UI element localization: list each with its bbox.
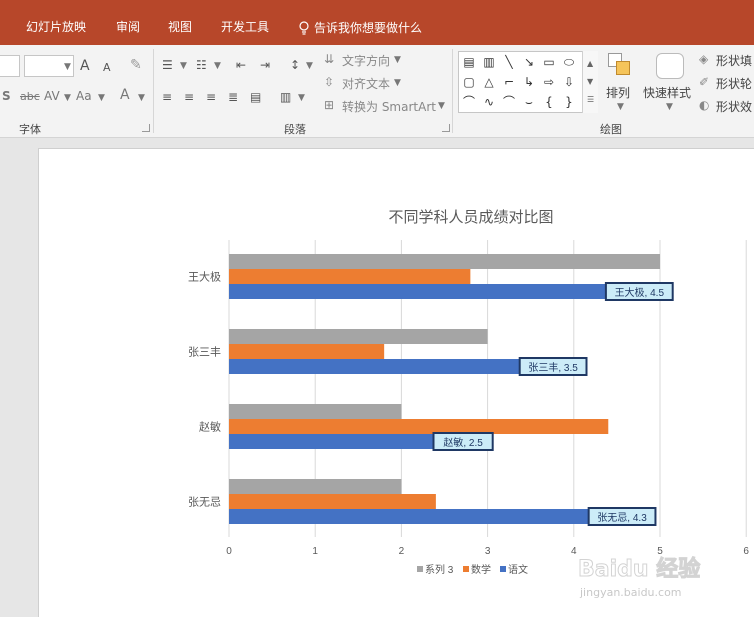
- legend-yuwen[interactable]: 语文: [500, 563, 528, 576]
- x-tick-label: 3: [485, 546, 491, 557]
- x-tick-label: 0: [226, 546, 232, 557]
- bar-wangdaji-series-3[interactable]: [229, 254, 660, 269]
- category-label-zhaomin: 赵敏: [199, 420, 221, 434]
- x-tick-label: 4: [571, 546, 577, 557]
- watermark-brand: Baidu 经验: [578, 556, 700, 582]
- data-label-text: 张无忌, 4.3: [597, 512, 647, 524]
- category-label-zhangsanfeng: 张三丰: [188, 346, 221, 359]
- legend-series-3[interactable]: 系列 3: [417, 563, 454, 576]
- bar-zhaomin-yuwen[interactable]: [229, 434, 445, 449]
- bar-zhangwuji-series-3[interactable]: [229, 479, 402, 494]
- bar-zhaomin-series-3[interactable]: [229, 404, 402, 419]
- data-label-text: 王大极, 4.5: [615, 286, 665, 299]
- category-label-zhangwuji: 张无忌: [188, 496, 221, 509]
- data-label-zhangwuji[interactable]: 张无忌, 4.3: [587, 507, 657, 526]
- chart-title[interactable]: 不同学科人员成绩对比图: [388, 209, 553, 226]
- chart-bars: [229, 254, 660, 524]
- legend-shuxue[interactable]: 数学: [463, 563, 491, 576]
- bar-zhangsanfeng-yuwen[interactable]: [229, 359, 531, 374]
- chart-data-labels: 王大极, 4.5 张三丰, 3.5 赵敏, 2.5 张无忌, 4.3: [432, 282, 674, 526]
- baidu-watermark: Baidu 经验 jingyan.baidu.com: [578, 556, 701, 600]
- bar-zhangwuji-yuwen[interactable]: [229, 509, 600, 524]
- legend-label: 数学: [471, 563, 491, 576]
- legend-swatch: [500, 566, 506, 572]
- x-tick-label: 2: [399, 546, 405, 557]
- bar-chart[interactable]: 不同学科人员成绩对比图 王大极张三丰赵敏张无忌 0123456 王大极, 4.5…: [0, 0, 754, 617]
- bar-zhaomin-shuxue[interactable]: [229, 419, 609, 434]
- bar-zhangsanfeng-series-3[interactable]: [229, 329, 488, 344]
- data-label-text: 赵敏, 2.5: [443, 436, 483, 449]
- category-label-wangdaji: 王大极: [188, 270, 221, 284]
- chart-legend[interactable]: 系列 3 数学 语文: [417, 563, 528, 576]
- bar-wangdaji-yuwen[interactable]: [229, 284, 617, 299]
- legend-swatch: [463, 566, 469, 572]
- legend-label: 语文: [508, 563, 528, 576]
- data-label-zhangsanfeng[interactable]: 张三丰, 3.5: [518, 357, 588, 376]
- legend-label: 系列 3: [425, 563, 454, 576]
- data-label-wangdaji[interactable]: 王大极, 4.5: [604, 282, 674, 301]
- data-label-text: 张三丰, 3.5: [528, 361, 578, 374]
- x-tick-label: 1: [312, 546, 318, 557]
- legend-swatch: [417, 566, 423, 572]
- chart-category-axis: 王大极张三丰赵敏张无忌: [188, 270, 221, 509]
- bar-zhangwuji-shuxue[interactable]: [229, 494, 436, 509]
- data-label-zhaomin[interactable]: 赵敏, 2.5: [432, 432, 494, 451]
- bar-wangdaji-shuxue[interactable]: [229, 269, 471, 284]
- bar-zhangsanfeng-shuxue[interactable]: [229, 344, 385, 359]
- watermark-url: jingyan.baidu.com: [579, 586, 682, 599]
